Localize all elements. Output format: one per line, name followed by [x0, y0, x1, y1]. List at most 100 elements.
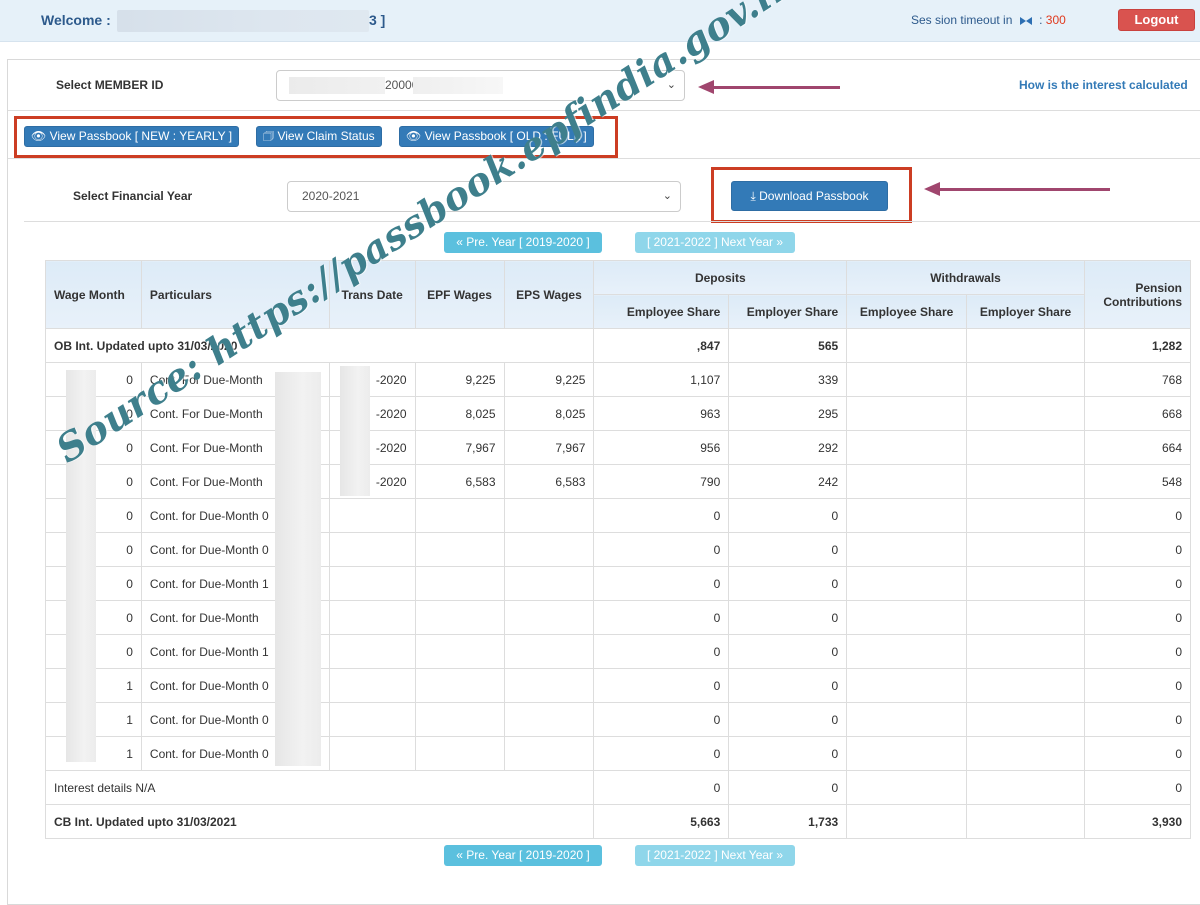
deposit-employee-share: 790	[593, 464, 730, 499]
deposit-employer-share: 0	[728, 634, 848, 669]
pension-contribution: 3,930	[1083, 804, 1192, 839]
epf-wages	[414, 532, 505, 567]
view-claim-status-button[interactable]: 🗇 View Claim Status	[256, 126, 382, 147]
header-wage-month: Wage Month	[45, 260, 142, 329]
table-row: 0 Cont. For Due-Month -2020 9,225 9,225 1,107…	[45, 362, 1192, 397]
eye-icon: 👁	[31, 129, 47, 143]
summary-label: OB Int. Updated upto 31/03/2020	[44, 328, 595, 363]
financial-year-select[interactable]: 2020-2021 ⌄	[287, 181, 681, 212]
interest-calculation-link[interactable]: How is the interest calculated	[1019, 78, 1188, 92]
redacted-trans-dates	[340, 366, 370, 496]
table-row: 0 Cont. For Due-Month -2020 8,025 8,025 963 29…	[45, 396, 1192, 431]
deposit-employer-share: 0	[728, 532, 848, 567]
session-timeout: Ses sion timeout in : 300	[911, 13, 1066, 27]
view-passbook-new-button[interactable]: 👁 View Passbook [ NEW : YEARLY ]	[24, 126, 240, 147]
trans-date	[328, 600, 416, 635]
download-passbook-button[interactable]: ⤓ Download Passbook	[731, 181, 888, 211]
epf-wages: 8,025	[414, 396, 505, 431]
redacted-username	[117, 10, 369, 32]
epf-wages: 6,583	[414, 464, 505, 499]
withdrawal-employer-share	[966, 396, 1085, 431]
pension-contribution: 668	[1083, 396, 1192, 431]
annotation-arrow-member	[698, 80, 840, 94]
withdrawal-employee-share	[846, 804, 968, 839]
deposit-employer-share: 292	[728, 430, 848, 465]
eps-wages	[503, 532, 595, 567]
epf-wages: 9,225	[414, 362, 505, 397]
withdrawal-employee-share	[846, 396, 968, 431]
deposit-employer-share: 0	[728, 736, 848, 771]
logout-button[interactable]: Logout	[1118, 9, 1195, 31]
withdrawal-employer-share	[966, 498, 1085, 533]
withdrawal-employer-share	[966, 464, 1085, 499]
withdrawal-employee-share	[846, 702, 968, 737]
withdrawal-employee-share	[846, 464, 968, 499]
redacted-member-suffix	[413, 77, 503, 94]
deposit-employer-share: 565	[728, 328, 848, 363]
previous-year-button-bottom[interactable]: « Pre. Year [ 2019-2020 ]	[444, 845, 602, 866]
trans-date	[328, 566, 416, 601]
member-id-label: Select MEMBER ID	[56, 78, 164, 92]
deposit-employee-share: ,847	[593, 328, 730, 363]
chevron-down-icon: ⌄	[662, 190, 672, 202]
table-row: 0 Cont. for Due-Month 0000	[45, 498, 1192, 533]
deposit-employer-share: 0	[728, 600, 848, 635]
download-icon: ⤓	[750, 189, 756, 203]
withdrawal-employee-share	[846, 498, 968, 533]
opening-balance-row: OB Int. Updated upto 31/03/2020,847 565 1,…	[44, 328, 1192, 363]
view-passbook-old-button[interactable]: 👁 View Passbook [ OLD : FULL ]	[399, 126, 594, 147]
eps-wages: 7,967	[503, 430, 595, 465]
withdrawal-employer-share	[966, 702, 1085, 737]
top-bar: Welcome : 3 ] Ses sion timeout in : 300 …	[0, 0, 1200, 42]
trans-date	[328, 498, 416, 533]
redacted-particulars	[275, 372, 321, 766]
pension-contribution: 548	[1083, 464, 1192, 499]
withdrawal-employer-share	[966, 736, 1085, 771]
deposit-employer-share: 0	[728, 566, 848, 601]
pension-contribution: 0	[1083, 498, 1192, 533]
header-withdrawals: Withdrawals	[846, 260, 1085, 295]
eps-wages	[503, 668, 595, 703]
eps-wages	[503, 634, 595, 669]
deposit-employer-share: 0	[728, 770, 848, 805]
withdrawal-employee-share	[846, 362, 968, 397]
withdrawal-employee-share	[846, 770, 968, 805]
welcome-tail: 3 ]	[369, 12, 386, 28]
table-row: 0 Cont. for Due-Month 0 0 0	[45, 600, 1192, 635]
withdrawal-employee-share	[846, 634, 968, 669]
deposit-employee-share: 1,107	[593, 362, 730, 397]
deposit-employee-share: 956	[593, 430, 730, 465]
table-row: 0 Cont. for Due-Month 0000	[45, 532, 1192, 567]
deposit-employer-share: 0	[728, 498, 848, 533]
pension-contribution: 0	[1083, 668, 1192, 703]
table-row: 1 Cont. for Due-Month 0000	[45, 702, 1192, 737]
divider	[24, 221, 1200, 222]
trans-date	[328, 634, 416, 669]
deposit-employee-share: 0	[593, 532, 730, 567]
passbook-table: Wage Month Particulars Trans Date EPF Wa…	[44, 260, 1192, 839]
header-particulars: Particulars	[140, 260, 330, 329]
deposit-employee-share: 0	[593, 498, 730, 533]
deposit-employer-share: 295	[728, 396, 848, 431]
epf-wages	[414, 634, 505, 669]
withdrawal-employer-share	[966, 430, 1085, 465]
withdrawal-employee-share	[846, 736, 968, 771]
deposit-employee-share: 0	[593, 736, 730, 771]
epf-wages: 7,967	[414, 430, 505, 465]
download-passbook-label: Download Passbook	[759, 189, 869, 203]
summary-label: CB Int. Updated upto 31/03/2021	[44, 804, 595, 839]
member-id-select[interactable]: 200000 ⌄	[276, 70, 685, 101]
epf-wages	[414, 668, 505, 703]
withdrawal-employer-share	[966, 566, 1085, 601]
next-year-button-bottom[interactable]: [ 2021-2022 ] Next Year »	[635, 845, 795, 866]
header-pension-contributions: Pension Contributions	[1083, 260, 1192, 329]
divider	[8, 110, 1200, 111]
next-year-button[interactable]: [ 2021-2022 ] Next Year »	[635, 232, 795, 253]
pension-contribution: 0	[1083, 736, 1192, 771]
previous-year-button[interactable]: « Pre. Year [ 2019-2020 ]	[444, 232, 602, 253]
withdrawal-employee-share	[846, 600, 968, 635]
financial-year-label: Select Financial Year	[73, 189, 193, 203]
deposit-employee-share: 963	[593, 396, 730, 431]
trans-date	[328, 532, 416, 567]
session-countdown: 300	[1045, 13, 1066, 27]
